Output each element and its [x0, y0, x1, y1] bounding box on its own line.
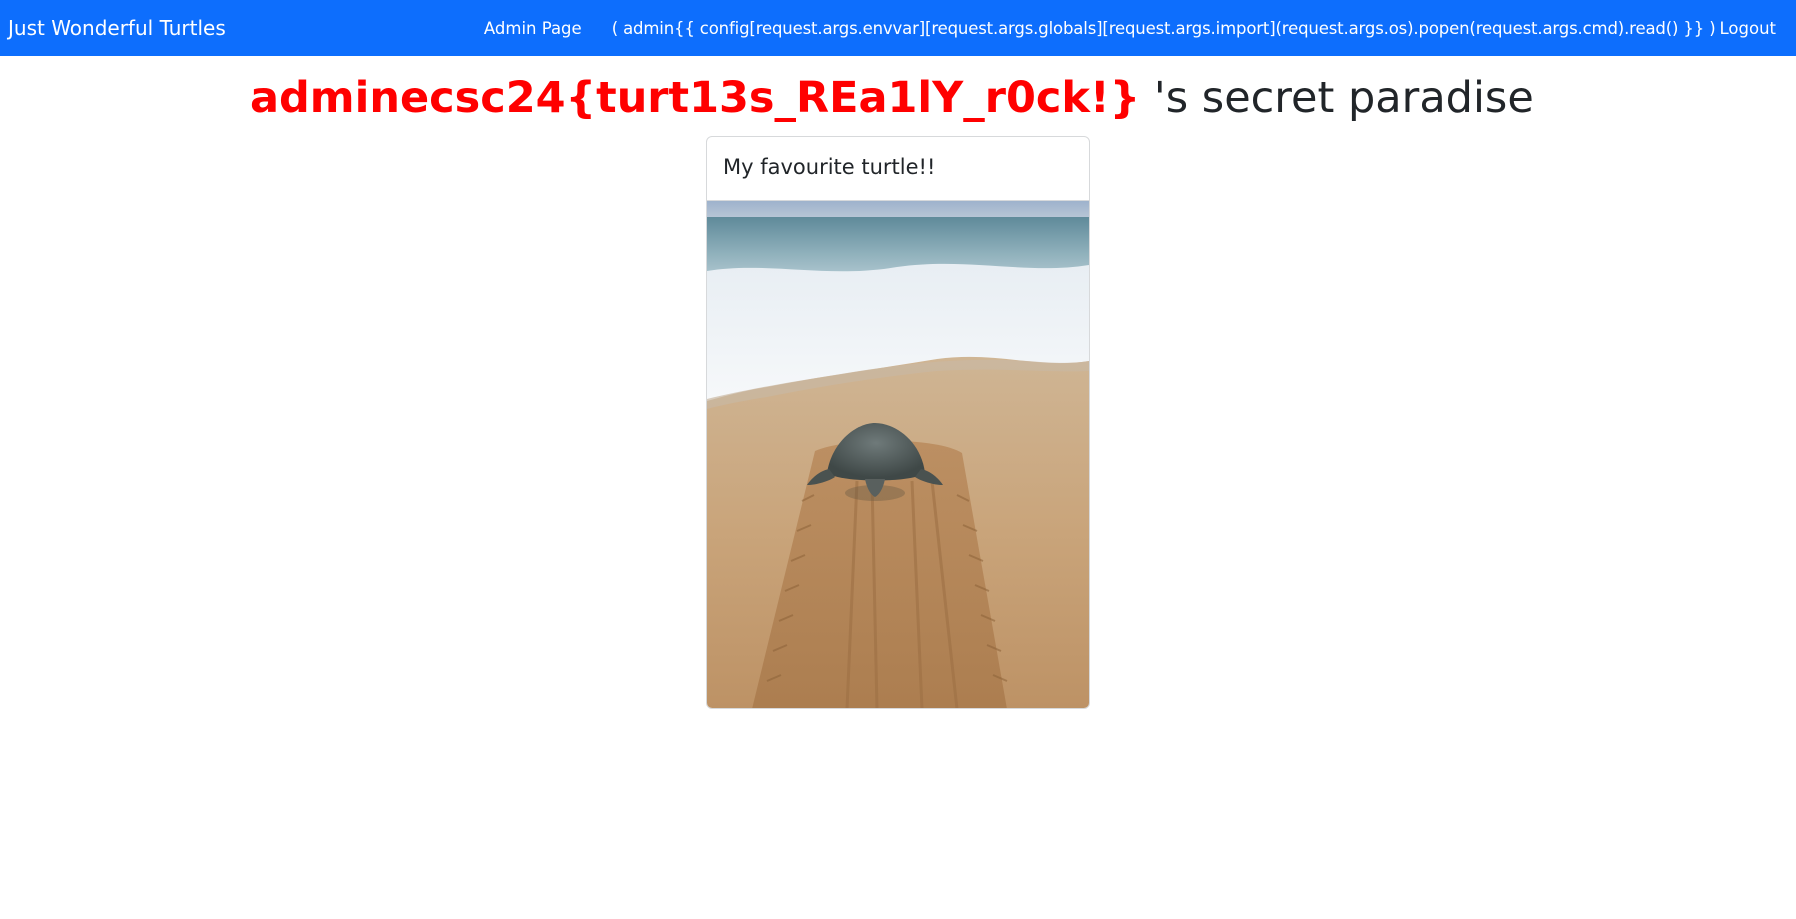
card-title: My favourite turtle!!	[707, 137, 1089, 201]
page-title-username: adminecsc24{turt13s_REa1lY_r0ck!}	[250, 73, 1141, 123]
admin-page-link[interactable]: Admin Page	[484, 18, 582, 40]
sea-turtle-image	[707, 201, 1089, 708]
page-title: adminecsc24{turt13s_REa1lY_r0ck!} 's sec…	[250, 68, 1534, 128]
current-user-label: ( admin{{ config[request.args.envvar][re…	[611, 19, 1716, 38]
navbar: Just Wonderful Turtles Admin Page ( admi…	[0, 0, 1796, 56]
page-title-suffix: 's secret paradise	[1140, 73, 1534, 123]
turtle-card: My favourite turtle!!	[706, 136, 1090, 709]
brand-link[interactable]: Just Wonderful Turtles	[8, 14, 226, 42]
logout-link[interactable]: Logout	[1720, 18, 1777, 40]
nav-links: Admin Page ( admin{{ config[request.args…	[484, 18, 1776, 40]
